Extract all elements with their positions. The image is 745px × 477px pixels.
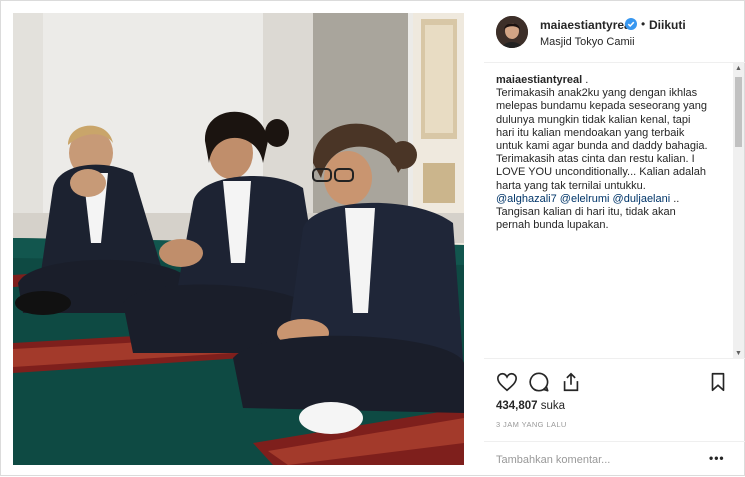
caption-line-4: hari itu kalian mendoakan yang terbaik (496, 126, 685, 139)
caption-mentions-line: @alghazali7 @elelrumi @duljaelani .. (496, 193, 728, 206)
photo-illustration (13, 13, 464, 465)
more-dots-icon[interactable]: ••• (709, 451, 725, 465)
scroll-down-arrow-icon[interactable]: ▼ (733, 348, 744, 359)
caption-line-6: Terimakasih atas cinta dan restu kalian.… (496, 153, 695, 166)
post-photo[interactable] (13, 13, 464, 465)
caption-area: maiaestiantyreal . Terimakasih anak2ku y… (484, 63, 745, 359)
share-icon[interactable] (560, 371, 582, 393)
comment-bar: ••• (484, 441, 745, 477)
avatar[interactable] (496, 16, 528, 48)
bookmark-icon[interactable] (707, 371, 729, 393)
caption-line-5: untuk kami agar bunda and daddy bahagia. (496, 140, 708, 153)
caption-line-7: LOVE YOU unconditionally... Kalian adala… (496, 166, 706, 179)
mention-link[interactable]: @duljaelani (613, 193, 671, 205)
mention-link[interactable]: @alghazali7 (496, 193, 557, 205)
scroll-up-arrow-icon[interactable]: ▲ (733, 63, 744, 74)
caption-username[interactable]: maiaestiantyreal (496, 74, 582, 86)
caption-text: maiaestiantyreal . Terimakasih anak2ku y… (496, 74, 728, 232)
header-separator: • (641, 17, 646, 31)
location-link[interactable]: Masjid Tokyo Camii (540, 36, 635, 48)
scrollbar-thumb[interactable] (735, 77, 742, 147)
mention-link[interactable]: @elelrumi (560, 193, 610, 205)
caption-line-3: dulunya mungkin tidak kalian kenal, tapi (496, 113, 691, 126)
follow-status-button[interactable]: Diikuti (649, 18, 686, 32)
post-header: maiaestiantyreal • Diikuti Masjid Tokyo … (484, 1, 745, 63)
caption-line-2: melepas bundamu kepada seseorang yang (496, 100, 707, 113)
header-username[interactable]: maiaestiantyreal (540, 18, 634, 32)
caption-line-8: harta yang tak ternilai untukku. (496, 179, 646, 192)
instagram-post: maiaestiantyreal • Diikuti Masjid Tokyo … (0, 0, 745, 476)
post-timestamp: 3 JAM YANG LALU (496, 420, 567, 429)
caption-closing-line: pernah bunda lupakan. (496, 219, 609, 232)
mentions-suffix: .. (670, 192, 680, 205)
heart-icon[interactable] (496, 371, 518, 393)
speech-bubble-icon[interactable] (528, 371, 550, 393)
likes-unit: suka (540, 400, 566, 412)
likes-number: 434,807 (496, 400, 538, 412)
likes-count[interactable]: 434,807 suka (496, 400, 565, 412)
post-side-panel: maiaestiantyreal • Diikuti Masjid Tokyo … (484, 1, 745, 477)
caption-scrollbar[interactable]: ▲ ▼ (733, 63, 744, 359)
caption-line-0: . (582, 74, 589, 86)
caption-closing-line: Tangisan kalian di hari itu, tidak akan (496, 206, 676, 219)
caption-first-line: maiaestiantyreal . (496, 74, 728, 87)
comment-input[interactable] (496, 451, 696, 469)
action-bar (484, 367, 745, 397)
verified-badge-icon (625, 18, 637, 30)
caption-line-1: Terimakasih anak2ku yang dengan ikhlas (496, 87, 698, 100)
